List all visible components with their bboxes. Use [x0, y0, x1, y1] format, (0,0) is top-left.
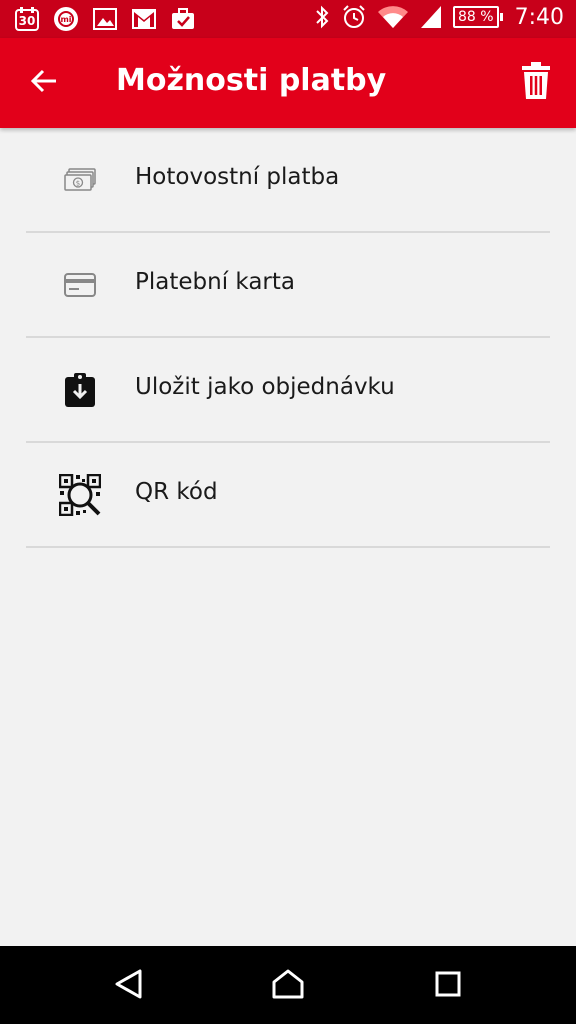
calendar-date: 30 [18, 14, 36, 28]
battery-icon: 88 % [453, 6, 503, 28]
square-recents-icon [434, 970, 462, 1002]
back-button[interactable] [20, 61, 68, 105]
svg-text:mi: mi [60, 15, 71, 24]
app-bar: Možnosti platby [0, 38, 576, 128]
cash-icon: $ [56, 158, 104, 202]
trash-icon [521, 62, 551, 104]
nav-home-button[interactable] [268, 968, 308, 1004]
bluetooth-icon [313, 4, 331, 30]
payment-option-cash[interactable]: $ Hotovostní platba [26, 128, 550, 233]
arrow-back-icon [30, 68, 58, 98]
briefcase-check-icon [170, 7, 196, 31]
battery-level: 88 % [453, 6, 499, 28]
gmail-icon [130, 7, 158, 31]
payment-options-list: $ Hotovostní platba Platební karta Uloži… [26, 128, 550, 548]
home-icon [271, 968, 305, 1004]
payment-option-qr[interactable]: QR kód [26, 443, 550, 548]
signal-icon [419, 4, 443, 30]
system-status-icons: 88 % 7:40 [313, 4, 564, 30]
image-icon [92, 7, 118, 31]
app-notification-icon: mi [52, 5, 80, 33]
payment-option-label: Uložit jako objednávku [135, 374, 395, 400]
payment-option-label: QR kód [135, 479, 218, 505]
clipboard-download-icon [56, 368, 104, 412]
payment-option-save-order[interactable]: Uložit jako objednávku [26, 338, 550, 443]
page-title: Možnosti platby [116, 63, 387, 98]
triangle-back-icon [113, 968, 143, 1004]
nav-recents-button[interactable] [428, 968, 468, 1004]
svg-text:$: $ [76, 180, 80, 188]
calendar-icon: 30 [14, 6, 40, 32]
clock: 7:40 [514, 4, 564, 30]
status-bar: 30 mi 88 % 7:40 [0, 0, 576, 38]
payment-option-label: Hotovostní platba [135, 164, 340, 190]
qr-code-icon [56, 473, 104, 517]
delete-button[interactable] [514, 60, 558, 106]
notification-icons: 30 mi [14, 5, 196, 33]
payment-option-label: Platební karta [135, 269, 295, 295]
navigation-bar [0, 946, 576, 1024]
wifi-icon [377, 4, 409, 30]
credit-card-icon [56, 263, 104, 307]
nav-back-button[interactable] [108, 968, 148, 1004]
alarm-icon [341, 4, 367, 30]
payment-option-card[interactable]: Platební karta [26, 233, 550, 338]
